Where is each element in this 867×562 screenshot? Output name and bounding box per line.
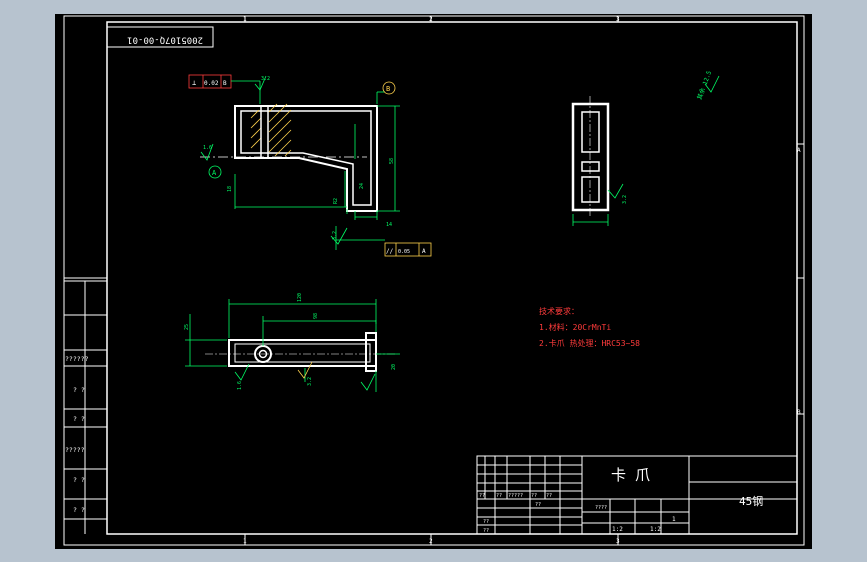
front-dim-small-1: R2 bbox=[333, 198, 339, 204]
svg-text:0.02: 0.02 bbox=[204, 80, 219, 87]
left-column-cell-4: ????? bbox=[65, 446, 85, 454]
front-roughness-bottom: 3.2 bbox=[330, 227, 348, 245]
top-view: 120 98 25 20 1.6 3.2 bbox=[184, 293, 400, 392]
tb-label-8: ?? bbox=[483, 519, 489, 525]
front-dim-height: 58 bbox=[389, 158, 395, 164]
tb-label-4: ?? bbox=[531, 493, 537, 499]
zone-label-bottom-3: 3 bbox=[616, 538, 620, 545]
top-roughness-a: 1.6 bbox=[234, 363, 250, 390]
left-column-cell-5: ? ? bbox=[73, 476, 85, 484]
tb-label-6: ???? bbox=[595, 505, 607, 511]
tb-label-3: ????? bbox=[508, 493, 523, 499]
front-gtol-bottom: // 0.05 A bbox=[384, 242, 432, 257]
front-dim-small-2: 14 bbox=[386, 222, 392, 228]
cad-viewport[interactable]: 1 2 3 1 2 3 A B 2005107Q-00-01 ?????? ? … bbox=[55, 14, 812, 549]
svg-text:3.2: 3.2 bbox=[307, 377, 313, 386]
svg-text:0.05: 0.05 bbox=[398, 249, 410, 255]
left-column bbox=[64, 280, 107, 534]
svg-text:1.6: 1.6 bbox=[203, 145, 212, 151]
notes-heading: 技术要求： bbox=[539, 306, 579, 316]
general-roughness: 其余 12.5 bbox=[695, 69, 720, 101]
front-view: ⊥ 0.02 B 3.2 B A 1.6 58 R2 14 18 24 3.2 bbox=[188, 74, 432, 257]
drawing-frame bbox=[106, 21, 798, 535]
side-roughness: 3.2 bbox=[622, 195, 628, 204]
drawing-number: 2005107Q-00-01 bbox=[127, 35, 203, 45]
front-view-dimensions bbox=[234, 91, 400, 250]
left-column-cell-2: ? ? bbox=[73, 386, 85, 394]
part-name: 卡 爪 bbox=[611, 466, 650, 484]
svg-text:1.6: 1.6 bbox=[237, 381, 243, 390]
technical-notes: 技术要求： 1.材料：20CrMnTi 2.卡爪 热处理：HRC53~58 bbox=[539, 306, 640, 348]
zone-label-top-1: 1 bbox=[243, 16, 247, 23]
zone-label-right-b: B bbox=[797, 409, 801, 416]
notes-line-2: 2.卡爪 热处理：HRC53~58 bbox=[539, 338, 640, 348]
scale: 1:2 bbox=[612, 526, 623, 533]
tb-label-2: ?? bbox=[496, 493, 502, 499]
top-dim-overall: 120 bbox=[297, 293, 303, 302]
svg-text:B: B bbox=[386, 85, 390, 93]
zone-label-bottom-2: 2 bbox=[429, 538, 433, 545]
zone-label-top-3: 3 bbox=[616, 16, 620, 23]
sheet-border bbox=[63, 15, 805, 546]
engineering-drawing: 1 2 3 1 2 3 A B 2005107Q-00-01 ?????? ? … bbox=[63, 15, 805, 546]
svg-text:3.2: 3.2 bbox=[261, 76, 270, 82]
zone-label-right-a: A bbox=[797, 147, 801, 154]
left-column-cell-1: ?????? bbox=[65, 355, 89, 363]
front-gtol-top: ⊥ 0.02 B 3.2 bbox=[188, 74, 270, 104]
svg-text://: // bbox=[386, 248, 394, 255]
tb-label-5: ?? bbox=[546, 493, 552, 499]
front-view-outline bbox=[234, 105, 378, 212]
svg-text:B: B bbox=[223, 80, 227, 87]
material: 45钢 bbox=[739, 495, 763, 508]
top-dim-inner: 98 bbox=[313, 313, 319, 319]
top-dim-right: 20 bbox=[391, 364, 397, 370]
tb-label-7: ?? bbox=[535, 502, 541, 508]
front-dim-left-b: 24 bbox=[359, 183, 365, 189]
front-datum-b: B bbox=[382, 81, 396, 95]
side-view: 3.2 bbox=[571, 96, 628, 226]
tb-label-9: ?? bbox=[483, 528, 489, 534]
zone-label-bottom-1: 1 bbox=[243, 538, 247, 545]
svg-text:A: A bbox=[212, 169, 217, 177]
left-column-cell-6: ? ? bbox=[73, 506, 85, 514]
zone-label-top-2: 2 bbox=[429, 16, 433, 23]
notes-line-1: 1.材料：20CrMnTi bbox=[539, 322, 611, 332]
tb-label-1: ?? bbox=[479, 493, 485, 499]
front-dim-left-a: 18 bbox=[227, 186, 233, 192]
svg-text:A: A bbox=[422, 248, 426, 255]
left-column-cell-3: ? ? bbox=[73, 415, 85, 423]
count: 1 bbox=[672, 516, 676, 523]
svg-text:3.2: 3.2 bbox=[332, 231, 338, 240]
sheet: 1:2 bbox=[650, 526, 661, 533]
zone-ticks bbox=[64, 16, 804, 545]
svg-text:其余 12.5: 其余 12.5 bbox=[695, 69, 713, 100]
svg-text:⊥: ⊥ bbox=[192, 79, 196, 87]
top-dim-left: 25 bbox=[184, 324, 190, 330]
front-datum-a: A 1.6 bbox=[200, 143, 222, 179]
front-view-hatch bbox=[250, 103, 292, 157]
